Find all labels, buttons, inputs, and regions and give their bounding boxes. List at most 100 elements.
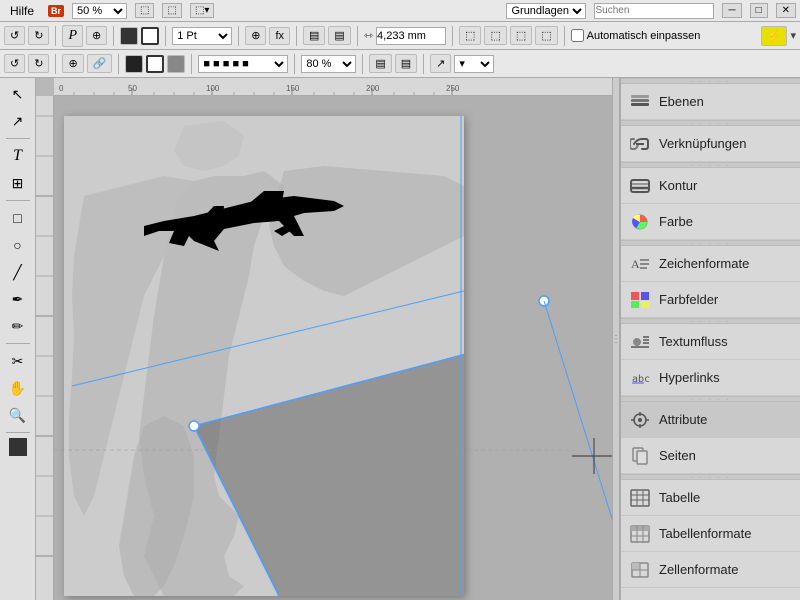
canvas-content[interactable] [54, 96, 612, 600]
mode-btn-2[interactable]: ⬚ [162, 3, 181, 18]
layers-icon [629, 91, 651, 113]
tool-select[interactable]: ↖ [4, 82, 32, 106]
align-center[interactable]: ▤ [328, 26, 350, 45]
left-toolbar: ↖ ↗ T ⊞ □ ○ ╱ ✒ ✏ ✂ ✋ 🔍 [0, 78, 36, 600]
tool-zoom[interactable]: 🔍 [4, 403, 32, 427]
color-select[interactable]: ■ ■ ■ ■ ■ [198, 55, 288, 73]
panel-item-verknuepfungen[interactable]: Verknüpfungen [621, 126, 800, 162]
toolbar-row-2: ↺ ↻ ⊕ 🔗 ■ ■ ■ ■ ■ 80 % 100 % ▤ ▤ ↗ ▾ [0, 50, 800, 78]
panel-item-hyperlinks[interactable]: abc Hyperlinks [621, 360, 800, 396]
panel-item-tabellenformate[interactable]: Tabellenformate [621, 516, 800, 552]
panel-item-textumfluss[interactable]: Textumfluss [621, 324, 800, 360]
zoom-select[interactable]: 50 % 75 % 100 % [72, 3, 127, 19]
panel-item-farbfelder[interactable]: Farbfelder [621, 282, 800, 318]
tool-fill[interactable] [9, 438, 27, 456]
tool-rect[interactable]: □ [4, 206, 32, 230]
transform-btn1[interactable]: ⬚ [459, 26, 481, 45]
arrow-tool[interactable]: ↗ [430, 54, 451, 73]
br-badge[interactable]: Br [48, 5, 64, 17]
tool-scissors[interactable]: ✂ [4, 349, 32, 373]
sep7 [452, 26, 453, 46]
minimize-button[interactable]: ─ [722, 3, 741, 18]
arrow-select[interactable]: ▾ [454, 55, 494, 73]
tool-table[interactable]: ⊞ [4, 171, 32, 195]
stroke-swatch2[interactable] [146, 55, 164, 73]
menu-hilfe[interactable]: Hilfe [4, 2, 40, 20]
tool-text[interactable]: T [4, 144, 32, 168]
fill-color[interactable] [120, 27, 138, 45]
tool-r3[interactable]: ⊕ [62, 54, 83, 73]
transform-btn4[interactable]: ⬚ [535, 26, 557, 45]
text-align-l[interactable]: ▤ [369, 54, 391, 73]
tool-direct-select[interactable]: ↗ [4, 109, 32, 133]
tool-hand[interactable]: ⊕ [86, 26, 107, 45]
tool-pencil[interactable]: ✏ [4, 314, 32, 338]
svg-text:250: 250 [446, 84, 460, 93]
close-button[interactable]: ✕ [776, 3, 796, 18]
pages-icon [629, 445, 651, 467]
tool-line[interactable]: ╱ [4, 260, 32, 284]
panel-item-farbe[interactable]: Farbe [621, 204, 800, 240]
sep2-4 [294, 54, 295, 74]
transform-btn3[interactable]: ⬚ [510, 26, 532, 45]
fill-swatch[interactable] [125, 55, 143, 73]
main-area: ↖ ↗ T ⊞ □ ○ ╱ ✒ ✏ ✂ ✋ 🔍 0 50 100 [0, 78, 800, 600]
undo-button[interactable]: ↺ [4, 26, 25, 45]
tool-ellipse[interactable]: ○ [4, 233, 32, 257]
panel-label-kontur: Kontur [659, 178, 697, 193]
panel-label-farbfelder: Farbfelder [659, 292, 718, 307]
panel-label-tabelle: Tabelle [659, 490, 700, 505]
align-left[interactable]: ▤ [303, 26, 325, 45]
panel-label-zellenformate: Zellenformate [659, 562, 738, 577]
auto-fit-checkbox[interactable] [571, 29, 584, 42]
panel-item-kontur[interactable]: Kontur [621, 168, 800, 204]
redo-button[interactable]: ↻ [28, 26, 49, 45]
scale-select[interactable]: 80 % 100 % [301, 55, 356, 73]
sep2 [113, 26, 114, 46]
transform-btn2[interactable]: ⬚ [484, 26, 506, 45]
swatch-extra[interactable] [167, 55, 185, 73]
swatches-icon [629, 289, 651, 311]
panel-item-seiten[interactable]: Seiten [621, 438, 800, 474]
char-styles-icon: A [629, 253, 651, 275]
measure-icon: ⇿ [364, 29, 373, 42]
mode-btn-3[interactable]: ⬚▾ [190, 3, 214, 18]
maximize-button[interactable]: □ [750, 3, 768, 18]
svg-text:150: 150 [286, 84, 300, 93]
lightning-button[interactable]: ⚡ [761, 26, 788, 46]
panel-label-farbe: Farbe [659, 214, 693, 229]
tool-pen[interactable]: ✒ [4, 287, 32, 311]
workspace-select[interactable]: Grundlagen [506, 3, 586, 19]
tool-r4[interactable]: 🔗 [87, 54, 113, 73]
tool-r1[interactable]: ↺ [4, 54, 25, 73]
stroke-color[interactable] [141, 27, 159, 45]
panel-item-zeichenformate[interactable]: A Zeichenformate [621, 246, 800, 282]
zoom-tool[interactable]: ⊕ [245, 26, 266, 45]
search-input[interactable] [594, 3, 714, 19]
panel-item-tabelle[interactable]: Tabelle [621, 480, 800, 516]
tool-sep-4 [6, 432, 30, 433]
measure-input[interactable] [376, 27, 446, 45]
panel-item-zellenformate[interactable]: Zellenformate [621, 552, 800, 588]
attributes-icon [629, 409, 651, 431]
formula-btn[interactable]: fx [269, 27, 290, 45]
tool-r2[interactable]: ↻ [28, 54, 49, 73]
stroke-width-select[interactable]: 1 Pt 2 Pt [172, 27, 232, 45]
color-icon [629, 211, 651, 233]
mode-btn-1[interactable]: ⬚ [135, 3, 154, 18]
panel-label-zeichenformate: Zeichenformate [659, 256, 749, 271]
panel-item-ebenen[interactable]: Ebenen [621, 84, 800, 120]
svg-text:A: A [631, 257, 640, 271]
airplane-silhouette [134, 171, 354, 271]
sep1 [55, 26, 56, 46]
canvas-area[interactable]: 0 50 100 150 200 250 [36, 78, 612, 600]
sep2-1 [55, 54, 56, 74]
panel-collapse-handle[interactable] [612, 78, 620, 600]
panel-item-attribute[interactable]: Attribute [621, 402, 800, 438]
table-styles-icon [629, 523, 651, 545]
tool-p[interactable]: P [62, 25, 83, 47]
toolbar-row-1: ↺ ↻ P ⊕ 1 Pt 2 Pt ⊕ fx ▤ ▤ ⇿ ⬚ ⬚ ⬚ ⬚ Aut… [0, 22, 800, 50]
text-align-r[interactable]: ▤ [395, 54, 417, 73]
tool-hand[interactable]: ✋ [4, 376, 32, 400]
sep6 [357, 26, 358, 46]
